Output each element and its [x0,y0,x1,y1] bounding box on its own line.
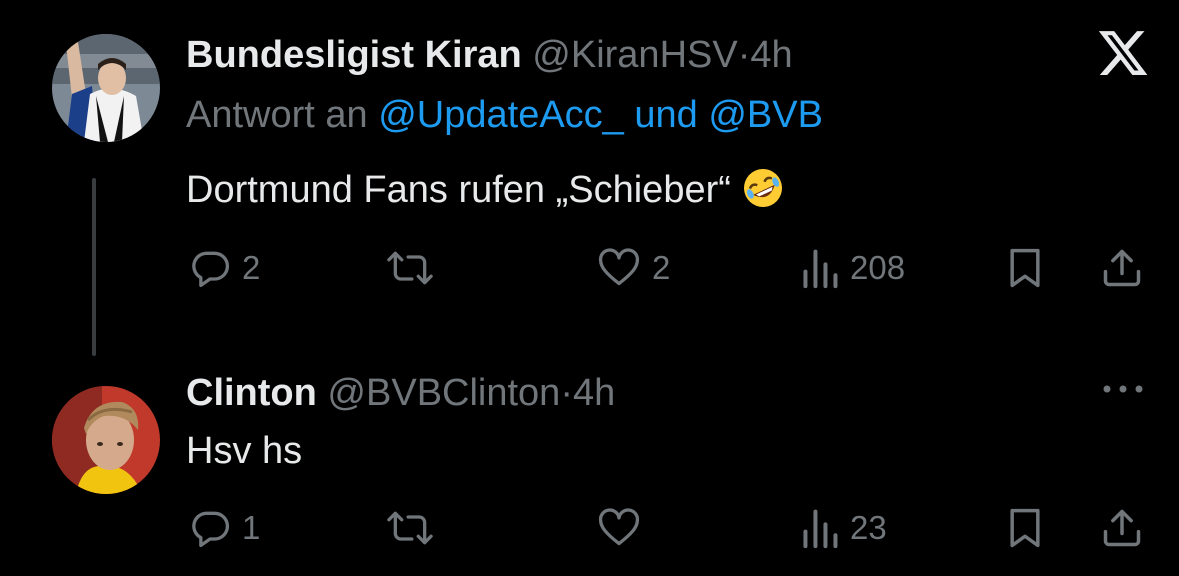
tweet-header: Bundesligist Kiran @KiranHSV·4h [186,32,793,78]
views-count: 23 [850,509,887,546]
timestamp[interactable]: 4h [573,372,615,414]
more-icon[interactable] [1098,374,1148,409]
bookmark-button[interactable] [1004,238,1046,298]
action-bar: 1 23 [0,498,1179,558]
share-icon [1100,506,1144,550]
timestamp[interactable]: 4h [750,34,792,76]
rolling-laughing-emoji-icon [741,166,785,221]
tweet-text-content: Dortmund Fans rufen „Schieber“ [186,169,731,211]
avatar[interactable] [52,34,160,142]
user-handle[interactable]: @BVBClinton [327,372,560,414]
views-button[interactable]: 208 [800,238,905,298]
reply-count: 2 [242,249,261,286]
reply-icon [188,246,232,290]
tweet-text: Dortmund Fans rufen „Schieber“ [186,166,785,221]
heart-icon [596,506,642,550]
share-button[interactable] [1100,498,1144,558]
analytics-icon [800,506,840,550]
reply-context: Antwort an @UpdateAcc_ und @BVB [186,92,823,138]
share-button[interactable] [1100,238,1144,298]
reply-icon [188,506,232,550]
bookmark-icon [1004,506,1046,550]
retweet-button[interactable] [386,238,444,298]
like-button[interactable]: 2 [596,238,670,298]
reply-prefix: Antwort an [186,94,368,136]
user-handle[interactable]: @KiranHSV [532,34,737,76]
action-bar: 2 2 208 [0,238,1179,298]
like-button[interactable] [596,498,652,558]
heart-icon [596,246,642,290]
x-logo-icon [1096,26,1150,85]
views-button[interactable]: 23 [800,498,887,558]
tweet-text: Hsv hs [186,430,303,472]
reply-button[interactable]: 1 [188,498,260,558]
tweet-header: Clinton @BVBClinton·4h [186,370,615,416]
display-name[interactable]: Bundesligist Kiran [186,34,522,76]
separator-dot: · [737,34,751,76]
reply-mentions[interactable]: @UpdateAcc_ und @BVB [378,94,823,136]
separator-dot: · [560,372,573,414]
avatar[interactable] [52,386,160,494]
reply-button[interactable]: 2 [188,238,260,298]
bookmark-button[interactable] [1004,498,1046,558]
share-icon [1100,246,1144,290]
tweet[interactable]: Clinton @BVBClinton·4h Hsv hs 1 23 [0,360,1179,576]
tweet[interactable]: Bundesligist Kiran @KiranHSV·4h Antwort … [0,0,1179,360]
retweet-icon [386,246,434,290]
reply-count: 1 [242,509,261,546]
like-count: 2 [652,249,671,286]
display-name[interactable]: Clinton [186,372,317,414]
views-count: 208 [850,249,906,286]
bookmark-icon [1004,246,1046,290]
retweet-button[interactable] [386,498,444,558]
retweet-icon [386,506,434,550]
analytics-icon [800,246,840,290]
